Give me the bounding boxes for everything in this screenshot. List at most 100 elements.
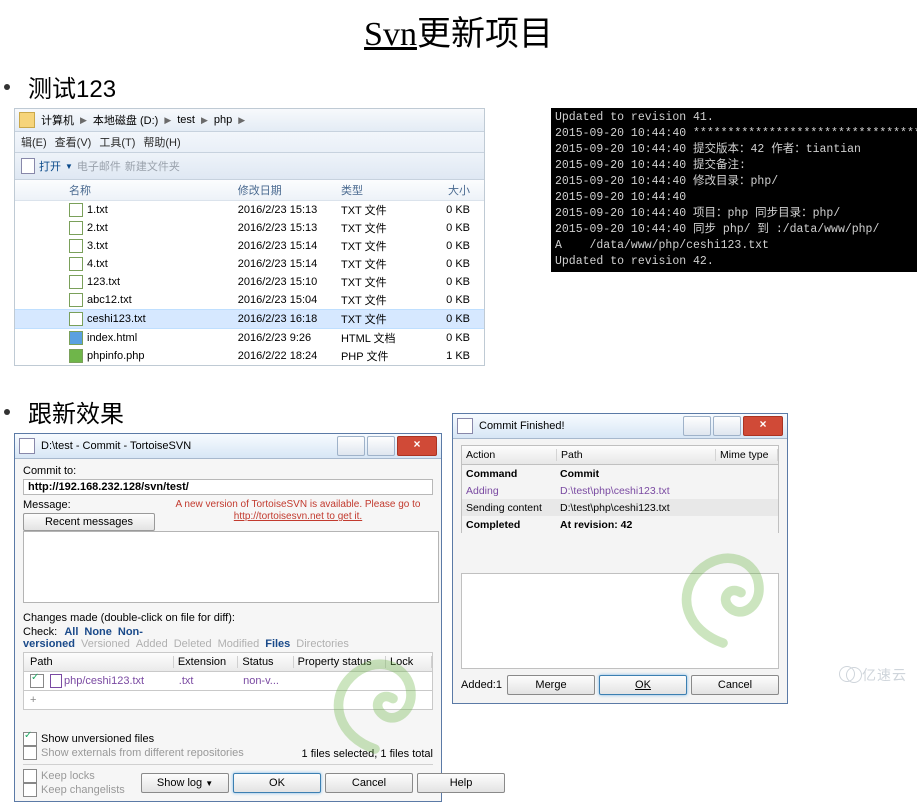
commit-url[interactable]: http://192.168.232.128/svn/test/ xyxy=(23,479,433,495)
col-name[interactable]: 名称 xyxy=(15,182,238,198)
menu-item[interactable]: 查看(V) xyxy=(55,137,92,149)
check-filter-versioned[interactable]: Versioned xyxy=(81,638,130,650)
keep-changelists-checkbox[interactable] xyxy=(23,783,37,797)
breadcrumb-part[interactable]: php xyxy=(214,114,232,126)
tortoise-icon xyxy=(19,438,35,454)
file-row[interactable]: index.html2016/2/23 9:26HTML 文档0 KB xyxy=(15,329,484,347)
swirl-icon xyxy=(663,535,783,655)
menu-item[interactable]: 工具(T) xyxy=(99,137,135,149)
path-cell: Commit xyxy=(556,468,774,480)
file-name: abc12.txt xyxy=(87,294,132,306)
file-icon xyxy=(69,221,83,235)
col-path[interactable]: Path xyxy=(26,656,174,668)
finished-titlebar[interactable]: Commit Finished! × xyxy=(453,414,787,439)
file-name: 4.txt xyxy=(87,258,108,270)
file-name: index.html xyxy=(87,332,137,344)
show-externals-checkbox[interactable] xyxy=(23,746,37,760)
breadcrumb-part[interactable]: 计算机 xyxy=(41,112,74,128)
file-add-icon xyxy=(50,674,62,688)
show-log-button[interactable]: Show log ▼ xyxy=(141,773,229,793)
maximize-button[interactable] xyxy=(713,416,741,436)
check-filter-files[interactable]: Files xyxy=(265,638,290,650)
commit-title: D:\test - Commit - TortoiseSVN xyxy=(41,440,337,452)
keep-locks-checkbox[interactable] xyxy=(23,769,37,783)
file-type: TXT 文件 xyxy=(341,256,410,272)
chevron-right-icon: ▶ xyxy=(80,115,87,126)
breadcrumb-part[interactable]: test xyxy=(177,114,195,126)
explorer-menu[interactable]: 辑(E) 查看(V) 工具(T) 帮助(H) xyxy=(15,132,484,153)
finished-row[interactable]: CommandCommit xyxy=(461,465,779,482)
title-underlined: Svn xyxy=(364,16,417,53)
file-row[interactable]: 123.txt2016/2/23 15:10TXT 文件0 KB xyxy=(15,273,484,291)
bullet-1: 测试123 xyxy=(4,69,917,104)
col-date[interactable]: 修改日期 xyxy=(238,182,341,198)
minimize-button[interactable] xyxy=(337,436,365,456)
menu-item[interactable]: 辑(E) xyxy=(21,137,47,149)
mail-button[interactable]: 电子邮件 xyxy=(77,158,121,174)
file-size: 0 KB xyxy=(410,313,484,325)
file-row[interactable]: ceshi123.txt2016/2/23 16:18TXT 文件0 KB xyxy=(15,309,484,329)
col-type[interactable]: 类型 xyxy=(341,182,410,198)
minimize-button[interactable] xyxy=(683,416,711,436)
close-button[interactable]: × xyxy=(743,416,783,436)
help-button[interactable]: Help xyxy=(417,773,505,793)
merge-button[interactable]: Merge xyxy=(507,675,595,695)
check-filter-modified[interactable]: Modified xyxy=(218,638,260,650)
col-action[interactable]: Action xyxy=(462,449,557,461)
update-notice: A new version of TortoiseSVN is availabl… xyxy=(163,499,433,523)
breadcrumb-part[interactable]: 本地磁盘 (D:) xyxy=(93,112,158,128)
row-checkbox[interactable] xyxy=(30,674,44,688)
file-icon xyxy=(69,275,83,289)
menu-item[interactable]: 帮助(H) xyxy=(143,137,180,149)
cancel-button[interactable]: Cancel xyxy=(691,675,779,695)
col-status[interactable]: Status xyxy=(238,656,293,668)
bullet-2-text: 跟新效果 xyxy=(28,394,124,429)
finished-columns: Action Path Mime type xyxy=(461,445,779,465)
maximize-button[interactable] xyxy=(367,436,395,456)
commit-message-input[interactable] xyxy=(23,531,439,603)
check-filter-all[interactable]: All xyxy=(64,626,78,638)
col-path[interactable]: Path xyxy=(557,449,716,461)
file-row[interactable]: 3.txt2016/2/23 15:14TXT 文件0 KB xyxy=(15,237,484,255)
ok-button[interactable]: OK xyxy=(233,773,321,793)
file-row[interactable]: 2.txt2016/2/23 15:13TXT 文件0 KB xyxy=(15,219,484,237)
explorer-window: 计算机▶本地磁盘 (D:)▶test▶php▶ 辑(E)查看(V)工具(T)帮助… xyxy=(14,108,485,366)
check-filter-added[interactable]: Added xyxy=(136,638,168,650)
check-filter-deleted[interactable]: Deleted xyxy=(174,638,212,650)
file-icon xyxy=(69,349,83,363)
file-name: 1.txt xyxy=(87,204,108,216)
finished-row[interactable]: Sending contentD:\test\php\ceshi123.txt xyxy=(461,499,779,516)
col-size[interactable]: 大小 xyxy=(410,182,484,198)
show-unversioned-checkbox[interactable] xyxy=(23,732,37,746)
file-name: phpinfo.php xyxy=(87,350,145,362)
file-row[interactable]: abc12.txt2016/2/23 15:04TXT 文件0 KB xyxy=(15,291,484,309)
file-row[interactable]: phpinfo.php2016/2/22 18:24PHP 文件1 KB xyxy=(15,347,484,365)
page-title: Svn更新项目 xyxy=(0,6,917,55)
new-folder-button[interactable]: 新建文件夹 xyxy=(125,158,180,174)
open-dropdown[interactable]: 打开 ▼ xyxy=(21,158,73,174)
recent-messages-button[interactable]: Recent messages xyxy=(23,513,155,531)
check-filter-none[interactable]: None xyxy=(84,626,112,638)
chevron-down-icon: ▼ xyxy=(65,162,73,171)
update-link[interactable]: http://tortoisesvn.net to get it. xyxy=(234,511,362,522)
col-ext[interactable]: Extension xyxy=(174,656,239,668)
col-mime[interactable]: Mime type xyxy=(716,449,778,461)
file-name: 2.txt xyxy=(87,222,108,234)
file-name: 3.txt xyxy=(87,240,108,252)
file-icon xyxy=(69,293,83,307)
file-date: 2016/2/23 15:14 xyxy=(238,240,341,252)
commit-window: D:\test - Commit - TortoiseSVN × Commit … xyxy=(14,433,442,802)
explorer-breadcrumb[interactable]: 计算机▶本地磁盘 (D:)▶test▶php▶ xyxy=(15,109,484,132)
file-row[interactable]: 1.txt2016/2/23 15:13TXT 文件0 KB xyxy=(15,201,484,219)
finished-row[interactable]: AddingD:\test\php\ceshi123.txt xyxy=(461,482,779,499)
commit-titlebar[interactable]: D:\test - Commit - TortoiseSVN × xyxy=(15,434,441,459)
action-cell: Completed xyxy=(462,519,556,531)
ok-button[interactable]: OK xyxy=(599,675,687,695)
cancel-button[interactable]: Cancel xyxy=(325,773,413,793)
finished-row[interactable]: CompletedAt revision: 42 xyxy=(461,516,779,533)
changes-label: Changes made (double-click on file for d… xyxy=(23,612,433,624)
file-date: 2016/2/23 15:13 xyxy=(238,222,341,234)
file-row[interactable]: 4.txt2016/2/23 15:14TXT 文件0 KB xyxy=(15,255,484,273)
close-button[interactable]: × xyxy=(397,436,437,456)
file-icon xyxy=(69,203,83,217)
